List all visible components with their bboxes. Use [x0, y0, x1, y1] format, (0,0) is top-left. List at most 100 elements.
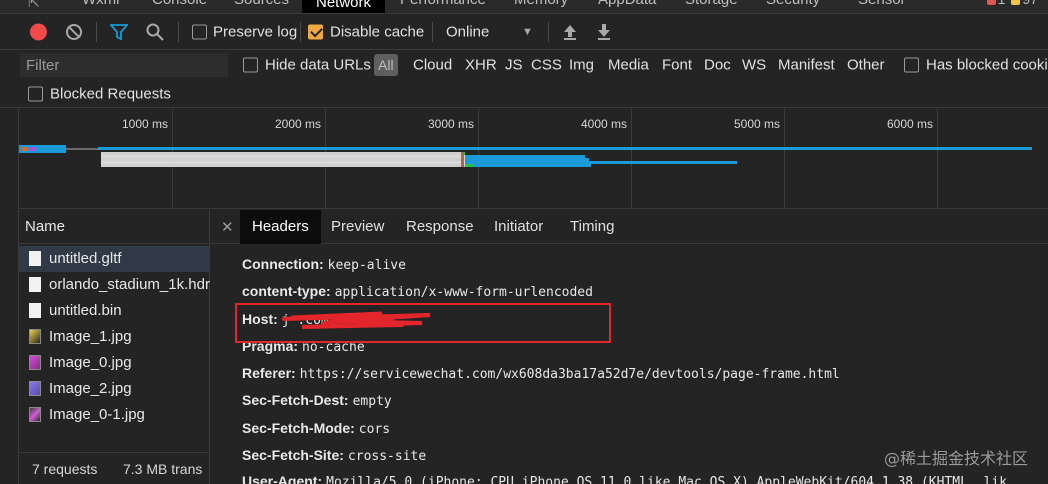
request-row[interactable]: Image_0-1.jpg [19, 402, 210, 428]
header-line: Referer: https://servicewechat.com/wx608d… [242, 365, 840, 382]
tab-sources[interactable]: Sources [234, 0, 289, 8]
type-filter-img[interactable]: Img [569, 57, 594, 74]
has-blocked-cookies-label[interactable]: Has blocked cookies [926, 57, 1048, 74]
filter-input[interactable] [20, 53, 228, 77]
request-row[interactable]: Image_0.jpg [19, 350, 210, 376]
tick-label: 3000 ms [427, 117, 474, 131]
toolbar-divider [300, 21, 301, 42]
document-icon [29, 303, 41, 318]
header-name: User-Agent: [242, 473, 323, 484]
network-toolbar: Preserve log Disable cache Online ▼ [0, 14, 1048, 50]
tick-label: 4000 ms [580, 117, 627, 131]
clear-button[interactable] [66, 23, 82, 40]
blocked-requests-row: Blocked Requests [0, 80, 1048, 108]
request-row[interactable]: untitled.gltf [19, 246, 210, 272]
type-filter-ws[interactable]: WS [742, 57, 766, 74]
request-row[interactable]: Image_1.jpg [19, 324, 210, 350]
toolbar-divider [432, 21, 433, 42]
request-name: Image_1.jpg [49, 328, 132, 345]
tick-label: 6000 ms [886, 117, 933, 131]
tab-network[interactable]: Network [302, 0, 386, 13]
filter-bar: Hide data URLs All Cloud XHR JS CSS Img … [0, 50, 1048, 80]
tab-appdata[interactable]: AppData [598, 0, 656, 8]
gridline [784, 109, 785, 208]
type-filter-media[interactable]: Media [608, 57, 649, 74]
request-row[interactable]: orlando_stadium_1k.hdr [19, 272, 210, 298]
header-name: content-type: [242, 283, 331, 299]
request-list: Name untitled.gltf orlando_stadium_1k.hd… [18, 210, 210, 484]
image-icon [29, 329, 41, 344]
type-filter-xhr[interactable]: XHR [465, 57, 497, 74]
close-icon[interactable]: ✕ [221, 218, 234, 236]
hide-data-urls-checkbox[interactable] [243, 57, 258, 73]
hide-data-urls-label[interactable]: Hide data URLs [265, 57, 371, 74]
download-icon[interactable] [596, 23, 612, 41]
tab-storage[interactable]: Storage [685, 0, 738, 8]
timeline-bar [66, 148, 98, 150]
network-overview[interactable]: 1000 ms 2000 ms 3000 ms 4000 ms 5000 ms … [18, 109, 1048, 209]
disable-cache-checkbox[interactable] [308, 24, 323, 39]
tab-initiator[interactable]: Initiator [482, 210, 555, 244]
blocked-requests-checkbox[interactable] [28, 86, 43, 101]
type-filter-manifest[interactable]: Manifest [778, 57, 835, 74]
warning-count: 97 [1022, 0, 1038, 7]
issue-counters[interactable]: 1 97 [986, 0, 1038, 7]
request-row[interactable]: untitled.bin [19, 298, 210, 324]
request-name: Image_2.jpg [49, 380, 132, 397]
request-row[interactable]: Image_2.jpg [19, 376, 210, 402]
header-line: Sec-Fetch-Site: cross-site [242, 447, 426, 464]
tab-timing[interactable]: Timing [558, 210, 626, 244]
warning-icon [1011, 0, 1021, 5]
status-bar: 7 requests 7.3 MB trans [19, 452, 210, 484]
header-name: Referer: [242, 365, 296, 381]
inspect-icon[interactable]: ⇱ [28, 0, 40, 11]
type-filter-all[interactable]: All [374, 54, 398, 76]
preserve-log-label[interactable]: Preserve log [213, 23, 297, 40]
tab-security[interactable]: Security [766, 0, 820, 8]
name-column-header[interactable]: Name [19, 210, 210, 244]
tab-preview[interactable]: Preview [319, 210, 396, 244]
type-filter-cloud[interactable]: Cloud [413, 57, 452, 74]
timeline-bar [29, 147, 35, 151]
tab-wxml[interactable]: Wxml [82, 0, 120, 8]
header-line: content-type: application/x-www-form-urle… [242, 283, 593, 300]
has-blocked-cookies-checkbox[interactable] [904, 57, 919, 73]
timeline-bar [98, 147, 1032, 150]
tab-console[interactable]: Console [152, 0, 207, 8]
tick-label: 5000 ms [733, 117, 780, 131]
image-icon [29, 355, 41, 370]
type-filter-css[interactable]: CSS [531, 57, 562, 74]
blocked-requests-label[interactable]: Blocked Requests [50, 85, 171, 102]
preserve-log-checkbox[interactable] [192, 24, 207, 39]
tab-memory[interactable]: Memory [514, 0, 568, 8]
annotation-highlight-box [235, 303, 611, 343]
tab-sensor[interactable]: Sensor [858, 0, 906, 8]
header-line: Sec-Fetch-Mode: cors [242, 420, 390, 437]
search-icon[interactable] [146, 23, 164, 41]
type-filter-font[interactable]: Font [662, 57, 692, 74]
type-filter-other[interactable]: Other [847, 57, 885, 74]
toolbar-divider [96, 21, 97, 42]
request-name: untitled.bin [49, 302, 122, 319]
request-details: ✕ Headers Preview Response Initiator Tim… [211, 210, 1048, 484]
chevron-down-icon[interactable]: ▼ [522, 26, 533, 38]
record-button[interactable] [30, 23, 47, 40]
type-filter-doc[interactable]: Doc [704, 57, 731, 74]
gridline [937, 109, 938, 208]
tab-performance[interactable]: Performance [400, 0, 486, 8]
tab-response[interactable]: Response [394, 210, 486, 244]
filter-icon[interactable] [110, 23, 128, 40]
disable-cache-label[interactable]: Disable cache [330, 23, 424, 40]
tab-headers[interactable]: Headers [240, 210, 321, 244]
throttling-select[interactable]: Online [446, 23, 489, 40]
watermark: @稀土掘金技术社区 [883, 449, 1028, 468]
timeline-bar [101, 164, 467, 167]
header-name: Sec-Fetch-Mode: [242, 420, 355, 436]
header-value: application/x-www-form-urlencoded [334, 285, 593, 300]
type-filter-js[interactable]: JS [505, 57, 523, 74]
timeline-bar [465, 164, 473, 167]
timeline-bar [473, 164, 591, 167]
document-icon [29, 251, 41, 266]
upload-icon[interactable] [562, 23, 578, 41]
request-count: 7 requests [32, 461, 98, 477]
